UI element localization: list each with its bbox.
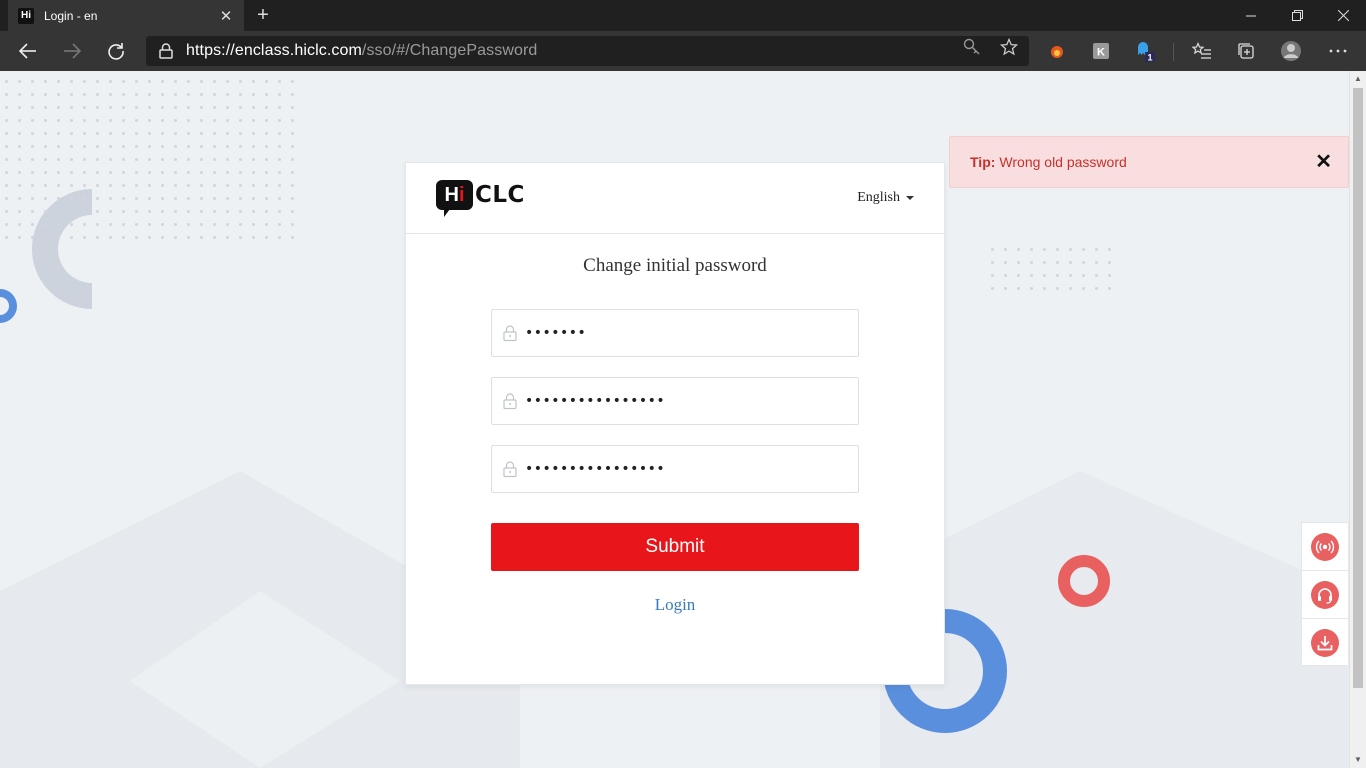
headset-icon (1311, 580, 1339, 609)
back-arrow-icon (19, 43, 36, 59)
tab-close-icon[interactable]: ✕ (218, 7, 234, 25)
new-tab-button[interactable]: + (252, 4, 274, 26)
download-icon (1311, 629, 1339, 657)
dot-pattern (0, 75, 300, 245)
new-password-field[interactable] (491, 377, 859, 425)
support-button[interactable] (1302, 571, 1348, 619)
submit-button[interactable]: Submit (491, 523, 859, 571)
toolbar-divider (1173, 43, 1174, 61)
dot-pattern (986, 243, 1114, 299)
svg-text:K: K (1097, 47, 1105, 59)
more-menu-icon[interactable] (1327, 40, 1349, 62)
lock-icon (503, 461, 517, 478)
toast-message: Wrong old password (999, 154, 1127, 170)
logo-bubble-icon: Hi (436, 180, 473, 217)
back-button[interactable] (13, 37, 43, 65)
window-close-button[interactable] (1320, 0, 1366, 31)
key-icon[interactable] (962, 37, 982, 57)
old-password-field[interactable] (491, 309, 859, 357)
profile-avatar[interactable] (1280, 40, 1302, 62)
lock-icon (503, 325, 517, 342)
refresh-button[interactable] (101, 37, 131, 65)
toast-close-icon[interactable]: ✕ (1315, 152, 1332, 172)
live-button[interactable] (1302, 523, 1348, 571)
live-icon (1311, 532, 1339, 561)
address-bar[interactable]: https://enclass.hiclc.com/sso/#/ChangePa… (146, 36, 1029, 66)
browser-tabbar: Hi Login - en ✕ + (0, 0, 1366, 31)
download-button[interactable] (1302, 619, 1348, 667)
favorite-star-icon[interactable] (999, 37, 1019, 57)
forward-button[interactable] (57, 37, 87, 65)
refresh-icon (108, 43, 124, 60)
extension-fire-icon[interactable] (1046, 40, 1068, 62)
lock-icon (503, 393, 517, 410)
svg-text:1: 1 (1148, 53, 1153, 63)
old-password-input[interactable] (525, 325, 845, 341)
tab-title: Login - en (44, 8, 98, 23)
side-float-panel (1301, 522, 1349, 666)
page-viewport: Hi CLC English Change initial password S… (0, 71, 1349, 768)
logo-text: CLC (475, 182, 525, 208)
minimize-button[interactable] (1228, 0, 1274, 31)
card-header: Hi CLC English (406, 163, 944, 234)
restore-button[interactable] (1274, 0, 1320, 31)
toast-label: Tip: (970, 154, 996, 170)
scroll-down-icon[interactable]: ▼ (1350, 752, 1366, 768)
extension-ghost-icon[interactable]: 1 (1135, 40, 1157, 62)
caret-down-icon (906, 196, 914, 200)
language-label: English (857, 190, 900, 205)
change-password-card: Hi CLC English Change initial password S… (405, 162, 945, 685)
new-password-input[interactable] (525, 393, 845, 409)
language-dropdown[interactable]: English (857, 190, 914, 206)
error-toast: Tip: Wrong old password ✕ (949, 136, 1349, 188)
scroll-up-icon[interactable]: ▲ (1350, 71, 1366, 87)
extension-k-icon[interactable]: K (1090, 40, 1112, 62)
login-link[interactable]: Login (406, 595, 944, 615)
site-favicon-icon: Hi (18, 7, 34, 24)
scrollbar-thumb[interactable] (1353, 88, 1363, 688)
hiclc-logo[interactable]: Hi CLC (436, 180, 525, 217)
confirm-password-field[interactable] (491, 445, 859, 493)
browser-tab[interactable]: Hi Login - en ✕ (8, 0, 244, 31)
collections-icon[interactable] (1235, 40, 1257, 62)
url-text[interactable]: https://enclass.hiclc.com/sso/#/ChangePa… (186, 42, 537, 60)
page-scrollbar[interactable]: ▲ ▼ (1349, 71, 1366, 768)
favorites-list-icon[interactable] (1191, 40, 1213, 62)
forward-arrow-icon (64, 43, 81, 59)
lock-icon[interactable] (146, 43, 186, 59)
page-title: Change initial password (583, 255, 767, 276)
browser-toolbar: https://enclass.hiclc.com/sso/#/ChangePa… (0, 31, 1366, 71)
confirm-password-input[interactable] (525, 461, 845, 477)
